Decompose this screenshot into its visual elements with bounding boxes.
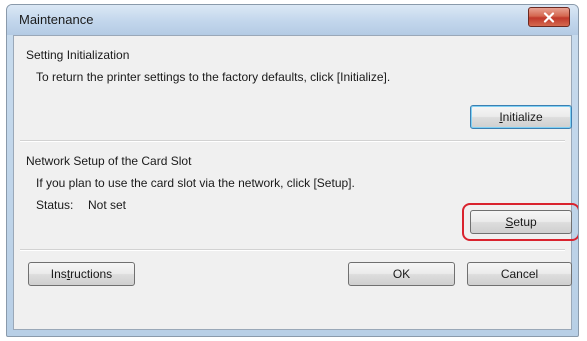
close-x-icon — [543, 11, 555, 23]
status-value: Not set — [88, 198, 127, 212]
initialize-button[interactable]: Initialize — [470, 105, 572, 129]
maintenance-dialog: Maintenance Setting Initialization To re… — [6, 4, 579, 337]
title-bar[interactable]: Maintenance — [7, 5, 578, 35]
section-separator — [20, 140, 565, 142]
instructions-button-label: Instructions — [50, 267, 113, 281]
window-title: Maintenance — [19, 12, 94, 27]
cancel-button[interactable]: Cancel — [467, 262, 572, 286]
dialog-body: Setting Initialization To return the pri… — [13, 35, 578, 330]
footer-separator — [20, 249, 565, 251]
ok-button[interactable]: OK — [348, 262, 455, 286]
status-label: Status: — [36, 198, 74, 212]
close-button[interactable] — [528, 7, 570, 27]
setup-button[interactable]: Setup — [470, 210, 572, 234]
setting-initialization-description: To return the printer settings to the fa… — [36, 70, 391, 84]
initialize-button-label: Initialize — [499, 110, 543, 124]
setup-button-label: Setup — [505, 215, 537, 229]
network-setup-description: If you plan to use the card slot via the… — [36, 176, 355, 190]
instructions-button[interactable]: Instructions — [28, 262, 135, 286]
network-setup-heading: Network Setup of the Card Slot — [26, 154, 192, 168]
setting-initialization-heading: Setting Initialization — [26, 48, 130, 62]
